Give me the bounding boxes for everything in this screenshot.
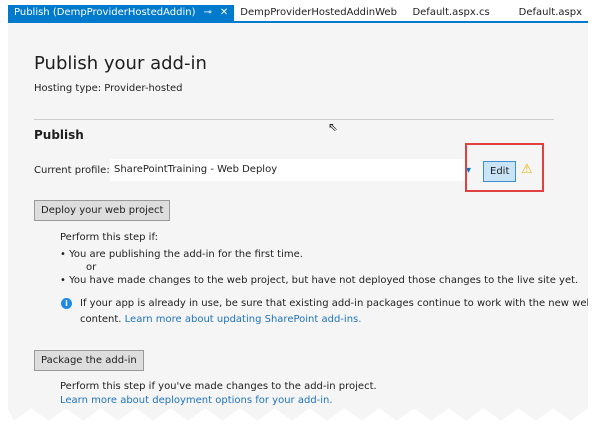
hosting-type: Hosting type: Provider-hosted	[34, 83, 183, 94]
tab-label: Publish (DempProviderHostedAddin)	[14, 7, 196, 18]
pin-icon[interactable]: ⊸	[203, 5, 211, 21]
deploy-intro: Perform this step if:	[60, 232, 158, 243]
deploy-button[interactable]: Deploy your web project	[34, 200, 171, 221]
bullet-2: • You have made changes to the web proje…	[60, 275, 579, 286]
or-text: or	[86, 262, 97, 273]
learn-more-deployment-link[interactable]: Learn more about deployment options for …	[60, 395, 333, 406]
profile-label: Current profile:	[34, 165, 110, 176]
section-publish: Publish	[34, 128, 84, 142]
package-button[interactable]: Package the add-in	[34, 350, 144, 371]
info-text-2: content.	[80, 314, 122, 325]
info-icon: i	[61, 298, 72, 309]
tab-default-aspx[interactable]: Default.aspx	[513, 5, 588, 21]
edit-button[interactable]: Edit	[483, 161, 517, 182]
tab-bar: Publish (DempProviderHostedAddin) ⊸ ✕ De…	[8, 5, 588, 23]
divider	[34, 119, 554, 120]
page-title: Publish your add-in	[34, 53, 207, 74]
mouse-cursor-icon: ⇖	[328, 120, 339, 134]
tab-web[interactable]: DempProviderHostedAddinWeb	[234, 5, 406, 21]
bullet-1: • You are publishing the add-in for the …	[60, 249, 303, 260]
tab-default-cs[interactable]: Default.aspx.cs	[406, 5, 512, 21]
publish-window: Publish (DempProviderHostedAddin) ⊸ ✕ De…	[8, 5, 588, 421]
close-icon[interactable]: ✕	[220, 5, 228, 21]
bullet-text: You have made changes to the web project…	[69, 275, 579, 286]
tab-publish[interactable]: Publish (DempProviderHostedAddin) ⊸ ✕	[8, 5, 235, 21]
package-text: Perform this step if you've made changes…	[60, 381, 377, 392]
warning-icon: ⚠	[521, 162, 533, 177]
profile-select[interactable]: SharePointTraining - Web Deploy	[110, 159, 467, 181]
info-text: If your app is already in use, be sure t…	[80, 298, 593, 309]
learn-more-updating-link[interactable]: Learn more about updating SharePoint add…	[125, 314, 362, 325]
bullet-text: You are publishing the add-in for the fi…	[69, 249, 303, 260]
